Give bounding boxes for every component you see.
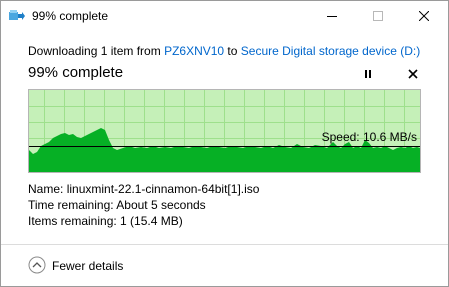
time-remaining-label: Time remaining: bbox=[28, 198, 114, 212]
fewer-details-label: Fewer details bbox=[52, 259, 124, 273]
cancel-button[interactable] bbox=[404, 65, 422, 83]
download-middle: to bbox=[224, 44, 241, 58]
maximize-icon bbox=[373, 11, 383, 21]
chevron-up-icon bbox=[28, 256, 46, 274]
close-icon bbox=[419, 11, 429, 21]
window-close-button[interactable] bbox=[401, 1, 447, 31]
window-title: 99% complete bbox=[32, 9, 109, 23]
items-remaining-value: 1 (15.4 MB) bbox=[120, 214, 183, 228]
file-name-value: linuxmint-22.1-cinnamon-64bit[1].iso bbox=[66, 182, 260, 196]
copy-app-icon bbox=[9, 10, 25, 20]
file-name-label: Name: bbox=[28, 182, 64, 196]
progress-heading: 99% complete bbox=[28, 64, 124, 81]
maximize-button[interactable] bbox=[355, 1, 401, 31]
transfer-speed-graph: Speed: 10.6 MB/s bbox=[28, 89, 421, 173]
source-link[interactable]: PZ6XNV10 bbox=[164, 44, 224, 58]
title-bar[interactable]: 99% complete bbox=[1, 1, 448, 31]
items-remaining-label: Items remaining: bbox=[28, 214, 117, 228]
time-remaining-value: About 5 seconds bbox=[116, 198, 206, 212]
pause-icon bbox=[365, 70, 371, 78]
minimize-button[interactable] bbox=[309, 1, 355, 31]
destination-link[interactable]: Secure Digital storage device (D:) bbox=[241, 44, 420, 58]
items-remaining-row: Items remaining: 1 (15.4 MB) bbox=[28, 214, 183, 228]
minimize-icon bbox=[327, 16, 337, 17]
download-prefix: Downloading 1 item from bbox=[28, 44, 165, 58]
time-remaining-row: Time remaining: About 5 seconds bbox=[28, 198, 206, 212]
file-copy-dialog: 99% complete Downloading 1 item from PZ6… bbox=[0, 0, 449, 287]
speed-label: Speed: 10.6 MB/s bbox=[321, 130, 417, 144]
pause-button[interactable] bbox=[359, 65, 377, 83]
file-name-row: Name: linuxmint-22.1-cinnamon-64bit[1].i… bbox=[28, 182, 259, 196]
close-icon bbox=[408, 69, 418, 79]
footer-divider bbox=[1, 244, 448, 245]
download-summary: Downloading 1 item from PZ6XNV10 to Secu… bbox=[28, 44, 420, 58]
